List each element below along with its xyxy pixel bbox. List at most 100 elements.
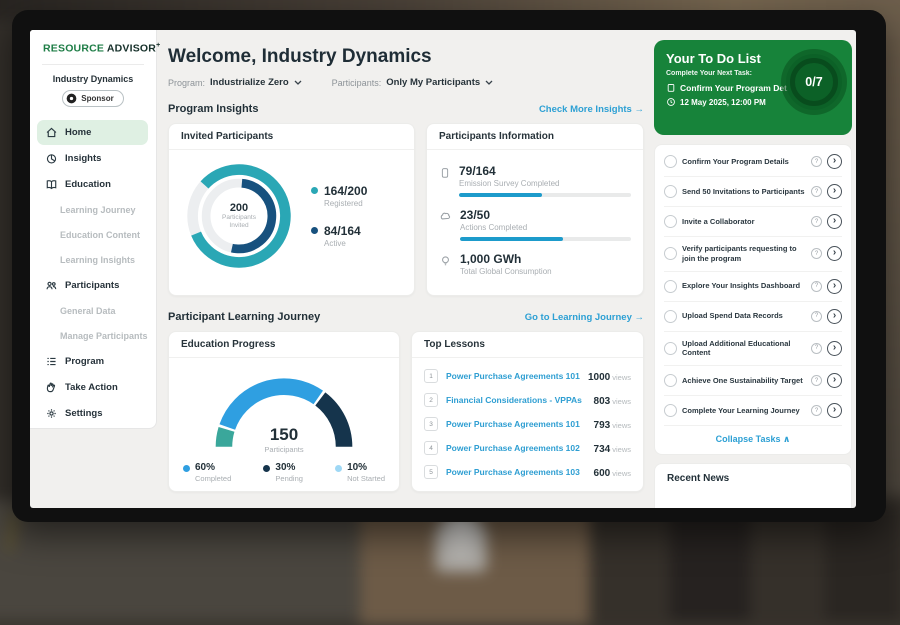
task-row: Explore Your Insights Dashboard ? › (664, 272, 842, 302)
participants-filter[interactable]: Participants: Only My Participants (332, 77, 494, 88)
brand-secondary: ADVISOR (107, 43, 156, 55)
main-content: Welcome, Industry Dynamics Program: Indu… (168, 30, 644, 492)
program-filter-label: Program: (168, 78, 205, 88)
sidebar-item-manage-participants[interactable]: Manage Participants (37, 324, 148, 348)
collapse-tasks-link[interactable]: Collapse Tasks ∧ (664, 426, 842, 452)
legend-label: Not Started (347, 474, 385, 483)
views-count: 1000 (588, 372, 610, 383)
sidebar-item-take-action[interactable]: Take Action (37, 375, 148, 400)
sidebar-item-home[interactable]: Home (37, 120, 148, 145)
check-more-insights-link[interactable]: Check More Insights → (539, 104, 644, 115)
task-open-button[interactable]: › (827, 373, 842, 388)
task-checkbox[interactable] (664, 280, 677, 293)
go-to-learning-journey-link[interactable]: Go to Learning Journey → (525, 312, 644, 323)
sidebar-nav: Home Insights Education Learning Journey… (30, 120, 156, 427)
legend-value: 164/200 (324, 184, 367, 198)
filter-bar: Program: Industrialize Zero Participants… (168, 77, 644, 88)
task-checkbox[interactable] (664, 374, 677, 387)
help-icon[interactable]: ? (811, 216, 822, 227)
help-icon[interactable]: ? (811, 281, 822, 292)
task-open-button[interactable]: › (827, 184, 842, 199)
lesson-link[interactable]: Power Purchase Agreements 101 (446, 419, 586, 429)
invited-donut-chart: 200 Participants Invited (181, 158, 297, 274)
legend-label: Active (324, 239, 361, 248)
lesson-row: 4 Power Purchase Agreements 102 734views (424, 436, 631, 460)
lesson-link[interactable]: Power Purchase Agreements 101 (446, 371, 580, 381)
sidebar-item-label: Manage Participants (60, 331, 148, 341)
views-word: views (612, 397, 631, 406)
views-word: views (612, 445, 631, 454)
views-word: views (612, 421, 631, 430)
task-open-button[interactable]: › (827, 246, 842, 261)
task-checkbox[interactable] (664, 155, 677, 168)
sidebar-item-label: Participants (65, 280, 119, 291)
task-open-button[interactable]: › (827, 403, 842, 418)
sidebar-item-label: Education (65, 179, 111, 190)
lesson-row: 1 Power Purchase Agreements 101 1000view… (424, 364, 631, 388)
sidebar-item-settings[interactable]: Settings (37, 401, 148, 426)
help-icon[interactable]: ? (811, 375, 822, 386)
sidebar-item-learning-insights[interactable]: Learning Insights (37, 248, 148, 272)
sidebar-item-insights[interactable]: Insights (37, 146, 148, 171)
sidebar-item-participants[interactable]: Participants (37, 273, 148, 298)
sponsor-badge[interactable]: Sponsor (62, 90, 123, 107)
sidebar-item-label: Insights (65, 153, 101, 164)
task-checkbox[interactable] (664, 247, 677, 260)
help-icon[interactable]: ? (811, 186, 822, 197)
help-icon[interactable]: ? (811, 156, 822, 167)
sidebar-item-program[interactable]: Program (37, 349, 148, 374)
sidebar-item-education-content[interactable]: Education Content (37, 223, 148, 247)
task-label: Send 50 Invitations to Participants (682, 187, 806, 197)
task-open-button[interactable]: › (827, 341, 842, 356)
sidebar-item-education[interactable]: Education (37, 172, 148, 197)
task-open-button[interactable]: › (827, 154, 842, 169)
sidebar-item-learning-journey[interactable]: Learning Journey (37, 198, 148, 222)
help-icon[interactable]: ? (811, 311, 822, 322)
task-label: Explore Your Insights Dashboard (682, 281, 806, 291)
task-open-button[interactable]: › (827, 309, 842, 324)
task-open-button[interactable]: › (827, 279, 842, 294)
clock-icon (666, 97, 676, 107)
arrow-right-icon: → (635, 104, 645, 115)
task-checkbox[interactable] (664, 342, 677, 355)
insights-cards-row: Invited Participants 200 Participants In… (168, 123, 644, 296)
education-legend: 60% Completed 30% Pending 10% Not Starte… (179, 454, 389, 485)
arrow-right-icon: → (635, 312, 645, 323)
task-label: Upload Spend Data Records (682, 311, 806, 321)
program-filter[interactable]: Program: Industrialize Zero (168, 77, 302, 88)
task-open-button[interactable]: › (827, 214, 842, 229)
lesson-link[interactable]: Power Purchase Agreements 102 (446, 443, 586, 453)
task-checkbox[interactable] (664, 185, 677, 198)
info-row-actions: 23/50 Actions Completed (439, 208, 631, 241)
invited-participants-card: Invited Participants 200 Participants In… (168, 123, 415, 296)
lesson-link[interactable]: Financial Considerations - VPPAs (446, 395, 586, 405)
page-title: Welcome, Industry Dynamics (168, 46, 644, 68)
participants-information-card: Participants Information 79/164 Emission… (426, 123, 644, 296)
link-label: Go to Learning Journey (525, 312, 632, 323)
views-count: 793 (594, 420, 611, 431)
sidebar-item-general-data[interactable]: General Data (37, 299, 148, 323)
task-row: Send 50 Invitations to Participants ? › (664, 177, 842, 207)
task-checkbox[interactable] (664, 215, 677, 228)
lesson-link[interactable]: Power Purchase Agreements 103 (446, 467, 586, 477)
views-word: views (612, 373, 631, 382)
card-title: Invited Participants (169, 124, 414, 150)
views-word: views (612, 469, 631, 478)
sidebar-item-label: Take Action (65, 382, 118, 393)
actions-icon (439, 210, 452, 223)
todo-due-date: 12 May 2025, 12:00 PM (680, 98, 766, 107)
task-row: Invite a Collaborator ? › (664, 207, 842, 237)
help-icon[interactable]: ? (811, 405, 822, 416)
legend-value: 10% (347, 462, 385, 473)
sponsor-badge-label: Sponsor (81, 94, 113, 103)
link-label: Collapse Tasks (716, 434, 781, 444)
info-label: Emission Survey Completed (459, 179, 631, 188)
task-checkbox[interactable] (664, 310, 677, 323)
help-icon[interactable]: ? (811, 248, 822, 259)
sidebar-item-label: Learning Journey (60, 205, 136, 215)
help-icon[interactable]: ? (811, 343, 822, 354)
views-count: 734 (594, 444, 611, 455)
monitor-bezel: RESOURCE ADVISOR+ Industry Dynamics Spon… (12, 10, 886, 522)
task-label: Invite a Collaborator (682, 217, 806, 227)
task-checkbox[interactable] (664, 404, 677, 417)
